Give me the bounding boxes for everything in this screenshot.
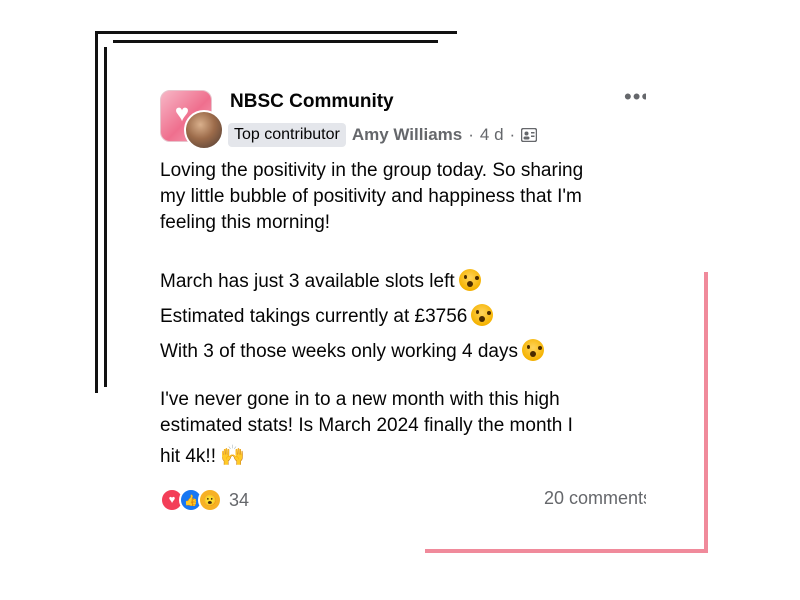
group-name[interactable]: NBSC Community xyxy=(230,91,394,113)
frame-line-left-inner xyxy=(104,47,107,387)
post-footer: ♥ 👍 😮 34 20 comments xyxy=(160,486,646,514)
astonished-face-icon xyxy=(522,339,545,361)
astonished-face-icon xyxy=(458,269,481,291)
post-body: Loving the positivity in the group today… xyxy=(160,158,646,473)
post-text-line: hit 4k!! 🙌 xyxy=(160,439,646,473)
reaction-count: 34 xyxy=(229,489,250,510)
post-text-line: my little bubble of positivity and happi… xyxy=(160,186,582,207)
author-avatar[interactable] xyxy=(184,110,224,150)
frame-line-pink-horizontal xyxy=(425,549,708,553)
post-time[interactable]: 4 d xyxy=(480,125,504,145)
post-text-line: I've never gone in to a new month with t… xyxy=(160,389,560,410)
stat-line: Estimated takings currently at £3756 xyxy=(160,299,646,334)
top-contributor-badge[interactable]: Top contributor xyxy=(228,123,346,147)
wow-reaction-icon: 😮 xyxy=(198,488,222,512)
meta-separator: · xyxy=(468,125,474,144)
stat-line: March has just 3 available slots left xyxy=(160,264,646,299)
author-name[interactable]: Amy Williams xyxy=(352,125,462,145)
frame-line-top-outer xyxy=(95,31,457,34)
post-meta: Top contributor Amy Williams · 4 d · xyxy=(228,122,538,148)
post-text-line: estimated stats! Is March 2024 finally t… xyxy=(160,415,573,436)
facebook-post: ♥ NBSC Community ••• Top contributor Amy… xyxy=(148,78,646,520)
frame-line-pink-vertical xyxy=(704,272,708,553)
post-text-line: feeling this morning! xyxy=(160,212,331,233)
meta-separator: · xyxy=(509,125,516,144)
astonished-face-icon xyxy=(471,304,494,326)
members-icon xyxy=(521,128,538,142)
frame-line-top-inner xyxy=(113,40,438,43)
frame-line-left-outer xyxy=(95,31,98,393)
raising-hands-icon: 🙌 xyxy=(219,445,245,467)
post-text-line: Loving the positivity in the group today… xyxy=(160,160,584,181)
stat-line: With 3 of those weeks only working 4 day… xyxy=(160,334,646,369)
reactions-summary[interactable]: ♥ 👍 😮 34 xyxy=(160,488,249,512)
comments-link[interactable]: 20 comments xyxy=(544,488,646,509)
ellipsis-icon[interactable]: ••• xyxy=(624,86,646,108)
